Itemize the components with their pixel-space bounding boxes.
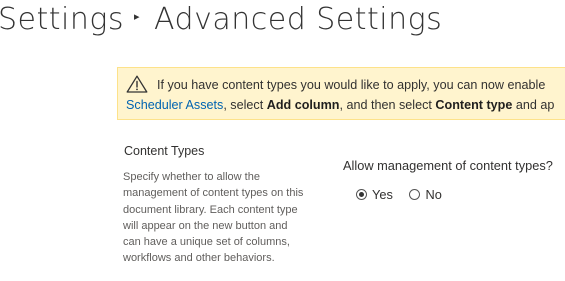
content-types-question: Allow management of content types? <box>343 158 553 173</box>
radio-yes-circle[interactable] <box>356 189 367 200</box>
breadcrumb-separator-icon: ▸ <box>134 9 141 23</box>
radio-no-label: No <box>425 187 442 202</box>
banner-line-2: Scheduler Assets, select Add column, and… <box>126 96 554 114</box>
page-title: Advanced Settings <box>154 2 443 37</box>
section-title: Content Types <box>124 144 205 158</box>
breadcrumb: Settings ▸ Advanced Settings <box>0 0 442 41</box>
banner-text: If you have content types you would like… <box>157 78 546 92</box>
breadcrumb-settings-link[interactable]: Settings <box>0 2 124 37</box>
banner-line-1: If you have content types you would like… <box>126 75 545 94</box>
scheduler-assets-link[interactable]: Scheduler Assets <box>126 98 223 112</box>
radio-no[interactable]: No <box>409 187 442 202</box>
banner-text-fragment: and ap <box>512 98 555 112</box>
content-type-bold: Content type <box>435 98 513 112</box>
content-types-warning-banner: If you have content types you would like… <box>117 67 565 120</box>
banner-text-fragment: , select <box>223 98 267 112</box>
advanced-settings-page: Settings ▸ Advanced Settings If you have c… <box>0 0 565 281</box>
banner-text-fragment: , and then select <box>339 98 436 112</box>
add-column-bold: Add column <box>266 98 340 112</box>
radio-no-circle[interactable] <box>409 189 421 200</box>
content-types-radio-group: Yes No <box>356 187 455 203</box>
radio-yes[interactable]: Yes <box>356 187 393 202</box>
warning-icon <box>126 75 148 93</box>
radio-yes-label: Yes <box>372 187 393 202</box>
section-description: Specify whether to allow the management … <box>123 171 304 265</box>
